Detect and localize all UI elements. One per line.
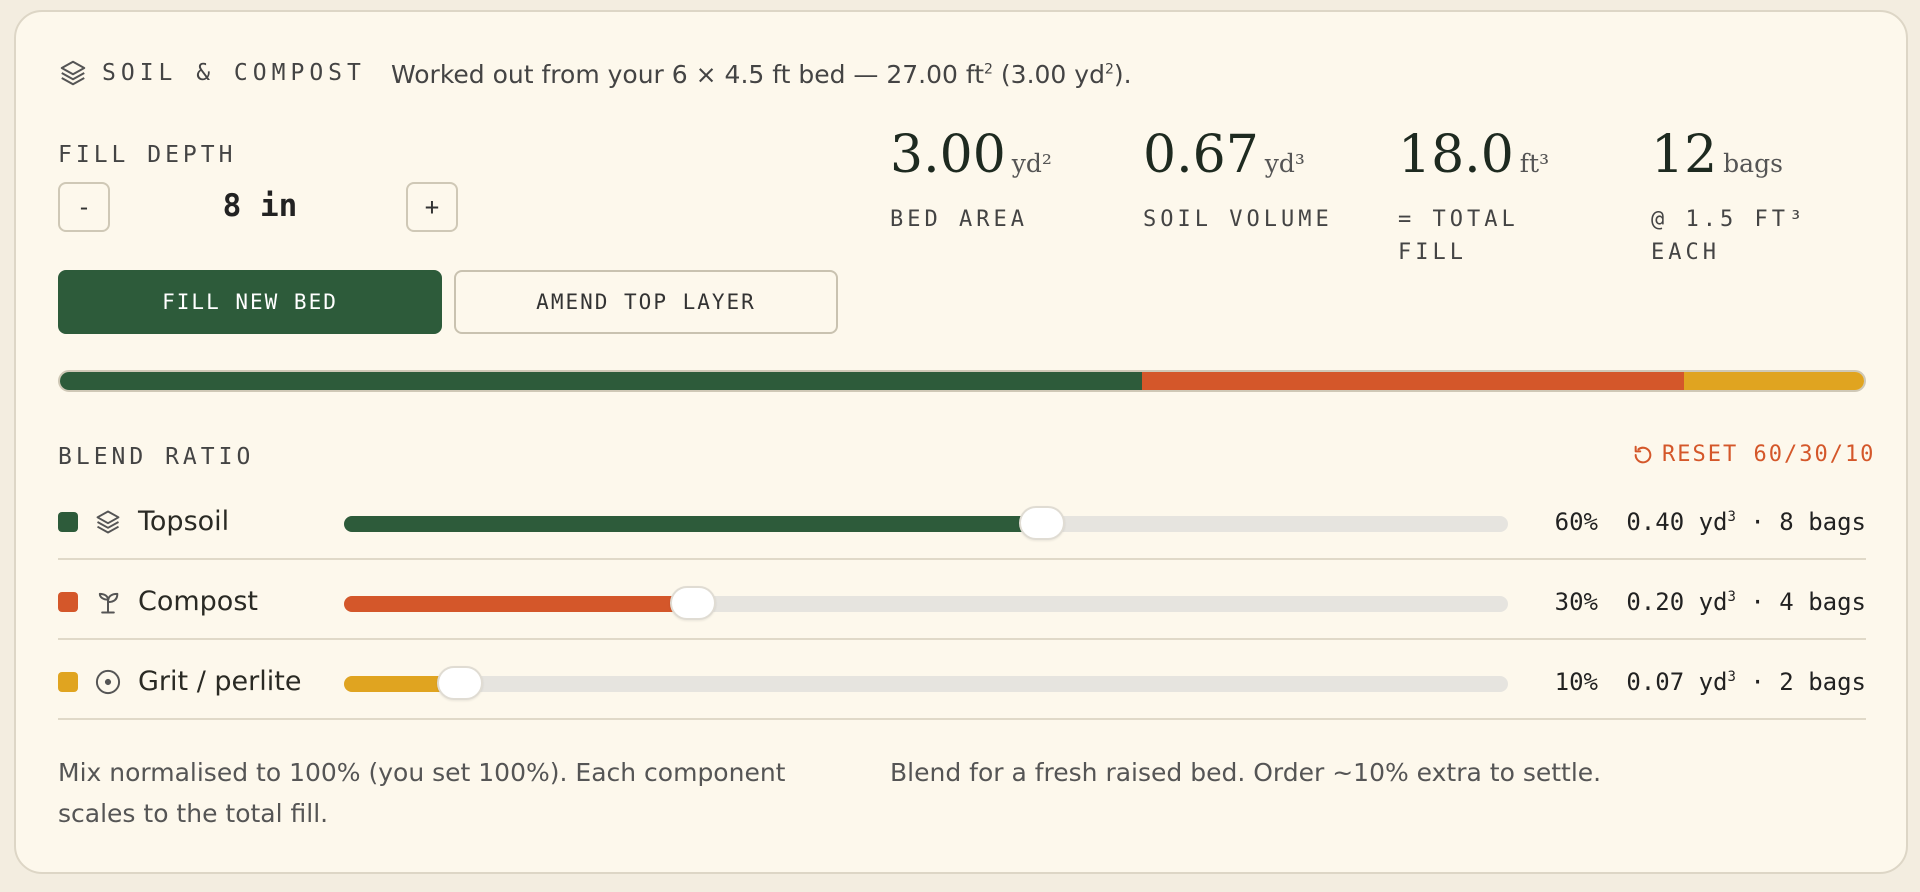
stat-unit: ft³ <box>1519 149 1550 178</box>
slider-thumb[interactable] <box>437 666 484 700</box>
stat-label: SOIL VOLUME <box>1143 207 1333 232</box>
slider-fill <box>344 516 1043 532</box>
component-name: Topsoil <box>138 506 230 537</box>
grit-perlite-slider[interactable] <box>344 666 1508 700</box>
slider-thumb[interactable] <box>670 586 717 620</box>
blend-composition-bar <box>58 370 1866 392</box>
component-name: Grit / perlite <box>138 666 302 697</box>
color-swatch <box>58 592 78 612</box>
bed-summary: Worked out from your 6 × 4.5 ft bed — 27… <box>391 60 1132 89</box>
stat-value: 12 <box>1651 125 1718 185</box>
blend-row-topsoil: Topsoil 60% 0.40 yd3 · 8 bags <box>58 480 1866 560</box>
stat-label: = TOTAL FILL <box>1398 207 1519 265</box>
blend-row-grit-perlite: Grit / perlite 10% 0.07 yd3 · 2 bags <box>58 640 1866 720</box>
component-quantity: 0.40 yd3 · 8 bags <box>1626 508 1866 536</box>
reset-blend-button[interactable]: RESET 60/30/10 <box>1632 442 1875 467</box>
blend-ratio-label: BLEND RATIO <box>58 444 255 470</box>
layers-icon <box>96 510 120 534</box>
composition-segment <box>1142 372 1684 390</box>
component-quantity: 0.20 yd3 · 4 bags <box>1626 588 1866 616</box>
fill-depth-value: 8 in <box>222 188 298 224</box>
stat-label: @ 1.5 FT³ EACH <box>1651 207 1807 265</box>
reset-icon <box>1634 445 1652 463</box>
composition-segment <box>1683 372 1864 390</box>
soil-compost-card: SOIL & COMPOST Worked out from your 6 × … <box>14 10 1908 874</box>
component-percent: 10% <box>1554 668 1598 696</box>
color-swatch <box>58 512 78 532</box>
section-title: SOIL & COMPOST <box>102 60 366 86</box>
stat-unit: bags <box>1723 149 1783 178</box>
stat-bed-area: 3.00 yd² <box>890 125 1052 185</box>
sprout-icon <box>98 592 119 614</box>
component-quantity: 0.07 yd3 · 2 bags <box>1626 668 1866 696</box>
reset-blend-label: RESET 60/30/10 <box>1662 442 1876 467</box>
stat-unit: yd³ <box>1264 149 1305 178</box>
compost-slider[interactable] <box>344 586 1508 620</box>
topsoil-slider[interactable] <box>344 506 1508 540</box>
fill-new-bed-button[interactable]: FILL NEW BED <box>58 270 442 334</box>
blend-advice-note: Blend for a fresh raised bed. Order ~10%… <box>890 758 1602 787</box>
blend-row-compost: Compost 30% 0.20 yd3 · 4 bags <box>58 560 1866 640</box>
component-name: Compost <box>138 586 258 617</box>
stat-label: BED AREA <box>890 207 1028 232</box>
component-percent: 60% <box>1554 508 1598 536</box>
stat-unit: yd² <box>1011 149 1052 178</box>
stat-value: 3.00 <box>890 125 1006 185</box>
amend-top-layer-button[interactable]: AMEND TOP LAYER <box>454 270 838 334</box>
composition-segment <box>60 372 1143 390</box>
fill-depth-label: FILL DEPTH <box>58 142 237 168</box>
stat-value: 0.67 <box>1143 125 1259 185</box>
slider-thumb[interactable] <box>1019 506 1066 540</box>
stat-soil-volume: 0.67 yd³ <box>1143 125 1305 185</box>
increase-depth-button[interactable]: + <box>406 182 458 232</box>
stat-bag-count: 12 bags <box>1651 125 1783 185</box>
slider-fill <box>344 596 694 612</box>
layers-icon <box>60 60 86 86</box>
component-percent: 30% <box>1554 588 1598 616</box>
circle-dot-icon <box>95 669 121 695</box>
stat-value: 18.0 <box>1398 125 1514 185</box>
color-swatch <box>58 672 78 692</box>
normalisation-note: Mix normalised to 100% (you set 100%). E… <box>58 758 786 828</box>
decrease-depth-button[interactable]: - <box>58 182 110 232</box>
stat-total-fill: 18.0 ft³ <box>1398 125 1549 185</box>
